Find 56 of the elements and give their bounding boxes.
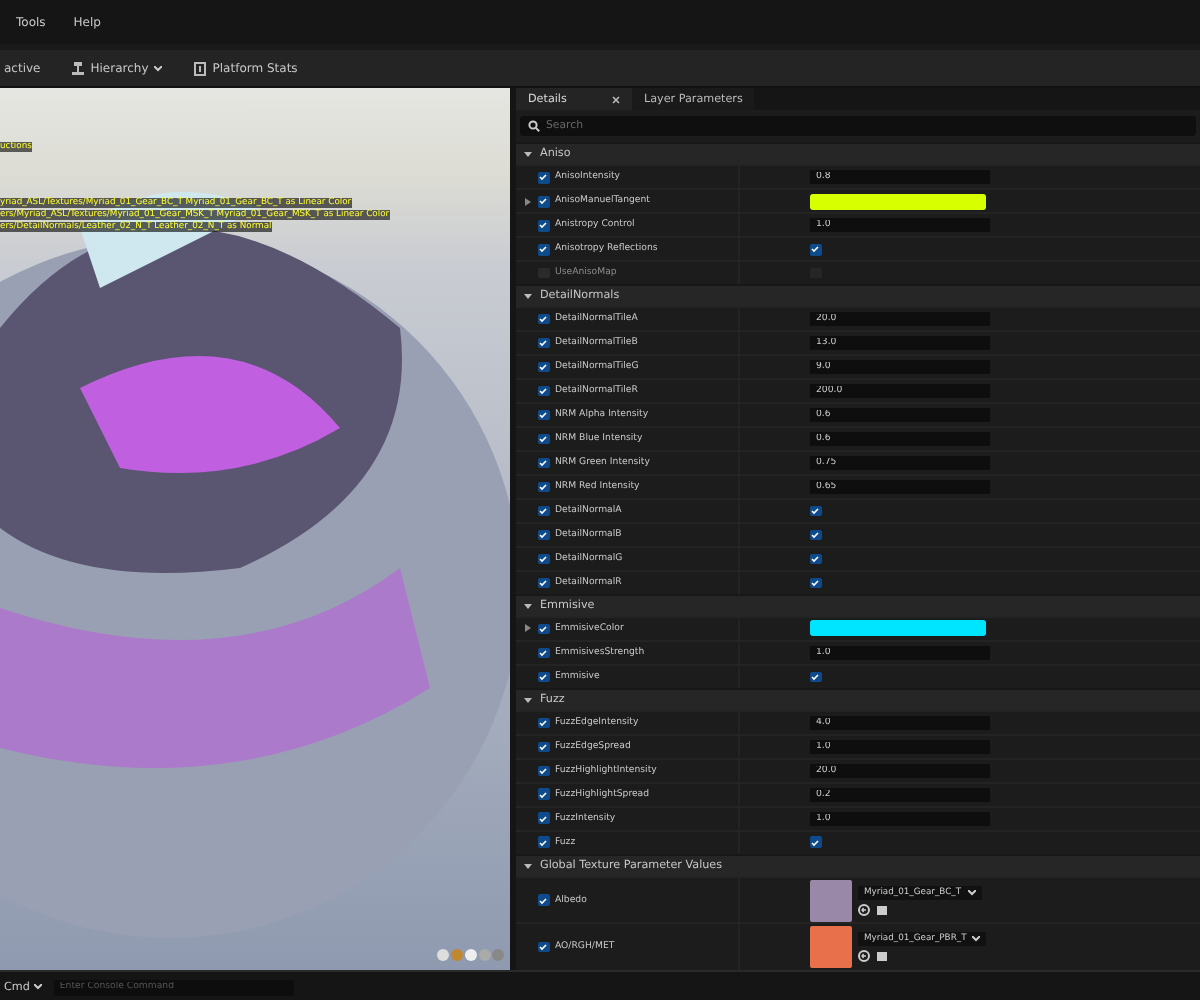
checkbox[interactable] bbox=[538, 172, 549, 184]
checkbox[interactable] bbox=[810, 577, 821, 589]
checkbox[interactable] bbox=[538, 196, 549, 208]
checkbox[interactable] bbox=[538, 812, 549, 824]
checkbox[interactable] bbox=[538, 788, 549, 800]
checkbox[interactable] bbox=[538, 409, 549, 421]
color-swatch[interactable] bbox=[810, 620, 986, 637]
checkbox[interactable] bbox=[538, 361, 549, 373]
checkbox[interactable] bbox=[810, 505, 821, 517]
checkbox[interactable] bbox=[810, 529, 821, 541]
hierarchy-icon bbox=[72, 61, 85, 75]
color-swatch[interactable] bbox=[810, 193, 986, 210]
checkbox[interactable] bbox=[538, 941, 549, 953]
checkbox[interactable] bbox=[538, 385, 549, 397]
checkbox[interactable] bbox=[538, 337, 549, 349]
checkbox[interactable] bbox=[538, 505, 549, 517]
checkbox[interactable] bbox=[538, 765, 549, 777]
checkbox[interactable] bbox=[538, 433, 549, 445]
caret-icon bbox=[524, 861, 532, 870]
checkbox[interactable] bbox=[810, 553, 821, 565]
close-icon[interactable] bbox=[612, 95, 620, 104]
checkbox[interactable] bbox=[538, 220, 549, 232]
preview-shape-icons[interactable] bbox=[436, 948, 504, 962]
checkbox[interactable] bbox=[538, 481, 549, 493]
checkbox[interactable] bbox=[538, 553, 549, 565]
checkbox[interactable] bbox=[538, 836, 549, 848]
caret-icon bbox=[967, 889, 976, 896]
texture-thumbnail[interactable] bbox=[810, 926, 852, 969]
caret-icon bbox=[154, 65, 163, 71]
checkbox[interactable] bbox=[538, 244, 549, 256]
caret-icon bbox=[972, 936, 981, 943]
caret-icon bbox=[524, 292, 532, 301]
checkbox[interactable] bbox=[538, 671, 549, 683]
checkbox[interactable] bbox=[538, 717, 549, 729]
search-icon bbox=[528, 120, 540, 133]
checkbox[interactable] bbox=[810, 244, 821, 256]
checkbox[interactable] bbox=[810, 671, 821, 683]
caret-icon bbox=[524, 150, 532, 159]
expand-arrow-icon[interactable] bbox=[524, 624, 532, 633]
texture-thumbnail[interactable] bbox=[810, 879, 852, 922]
checkbox[interactable] bbox=[810, 836, 821, 848]
arrow-circle-icon[interactable] bbox=[858, 950, 870, 963]
stats-icon bbox=[194, 61, 207, 75]
checkbox[interactable] bbox=[538, 577, 549, 589]
checkbox[interactable] bbox=[538, 313, 549, 325]
checkbox[interactable] bbox=[538, 894, 549, 906]
caret-icon bbox=[33, 984, 42, 990]
checkbox[interactable] bbox=[538, 623, 549, 635]
checkbox[interactable] bbox=[538, 529, 549, 541]
arrow-circle-icon[interactable] bbox=[858, 903, 870, 916]
checkbox[interactable] bbox=[538, 647, 549, 659]
expand-arrow-icon[interactable] bbox=[524, 197, 532, 206]
checkbox[interactable] bbox=[538, 457, 549, 469]
checkbox[interactable] bbox=[538, 741, 549, 753]
caret-icon bbox=[524, 601, 532, 610]
caret-icon bbox=[524, 695, 532, 704]
